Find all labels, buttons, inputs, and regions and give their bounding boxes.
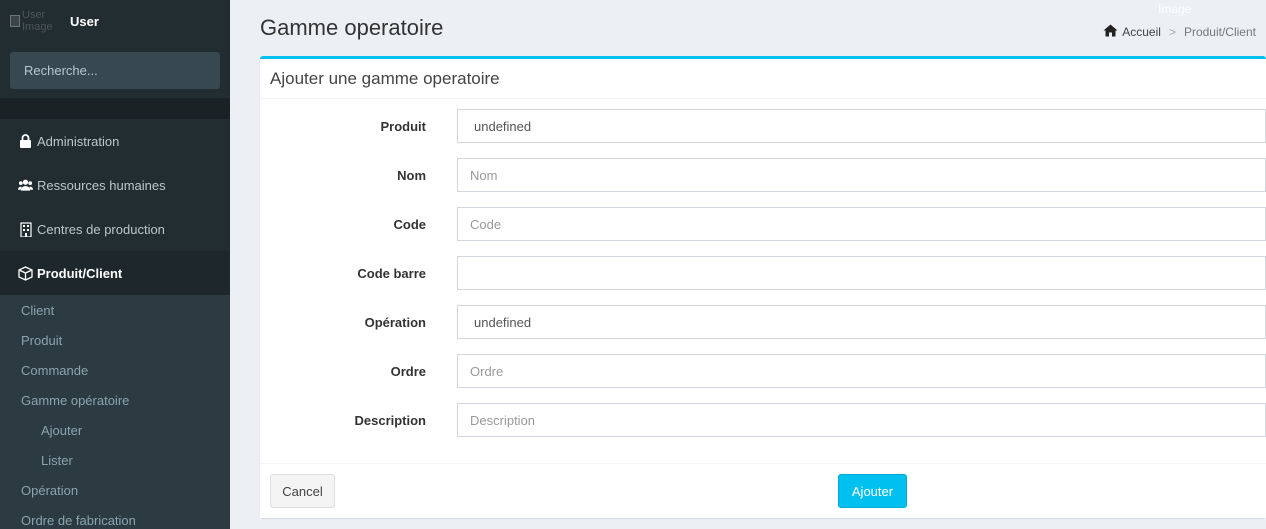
avatar-alt-text: User Image bbox=[22, 9, 53, 33]
sidebar-item-produit-client[interactable]: Produit/Client bbox=[0, 251, 230, 295]
header-image-alt: Image bbox=[1158, 2, 1192, 16]
cube-icon bbox=[18, 265, 33, 281]
breadcrumb: Accueil > Produit/Client bbox=[1103, 24, 1256, 40]
sidebar-subitem-commande[interactable]: Commande bbox=[0, 355, 230, 385]
add-button[interactable]: Ajouter bbox=[838, 474, 907, 508]
breadcrumb-separator: > bbox=[1168, 25, 1176, 39]
sidebar-subitem-ordre-de-fabrication[interactable]: Ordre de fabrication bbox=[0, 505, 230, 529]
operation-select[interactable]: undefined bbox=[457, 305, 1266, 339]
description-input[interactable]: Description bbox=[457, 403, 1266, 437]
form-box: Ajouter une gamme operatoire Produit und… bbox=[260, 56, 1266, 518]
home-icon bbox=[1103, 24, 1118, 40]
sidebar-subitem-gamme-operatoire[interactable]: Gamme opératoire bbox=[0, 385, 230, 415]
cancel-button[interactable]: Cancel bbox=[270, 474, 335, 508]
search-input[interactable]: Recherche... bbox=[10, 52, 220, 89]
code-barre-label: Code barre bbox=[357, 265, 426, 281]
nom-label: Nom bbox=[397, 167, 426, 183]
form-row-code: Code Code bbox=[260, 207, 1266, 241]
sidebar-submenu: Client Produit Commande Gamme opératoire… bbox=[0, 295, 230, 529]
sidebar-subitem-label: Lister bbox=[41, 452, 73, 468]
form-row-code-barre: Code barre bbox=[260, 256, 1266, 290]
sidebar-item-ressources-humaines[interactable]: Ressources humaines bbox=[0, 163, 230, 207]
main-content: Gamme operatoire Image Accueil > Produit… bbox=[230, 0, 1266, 529]
lock-icon bbox=[18, 133, 33, 149]
code-label: Code bbox=[393, 216, 427, 232]
sidebar-subitem-label: Ordre de fabrication bbox=[21, 512, 136, 528]
sidebar-subitem-label: Opération bbox=[21, 482, 79, 498]
broken-image-icon bbox=[10, 15, 20, 27]
sidebar-menu: Administration Ressources humaines Centr… bbox=[0, 119, 230, 529]
sidebar-subitem-ajouter[interactable]: Ajouter bbox=[0, 415, 230, 445]
sidebar-item-label: Produit/Client bbox=[37, 265, 123, 281]
code-input[interactable]: Code bbox=[457, 207, 1266, 241]
form-title: Ajouter une gamme operatoire bbox=[260, 59, 1266, 99]
building-icon bbox=[18, 221, 33, 237]
sidebar-header bbox=[0, 98, 230, 119]
ordre-input[interactable]: Ordre bbox=[457, 354, 1266, 388]
sidebar-subitem-client[interactable]: Client bbox=[0, 295, 230, 325]
sidebar: User Image User Recherche... Administrat… bbox=[0, 0, 230, 529]
page-title: Gamme operatoire bbox=[260, 15, 444, 40]
search-placeholder: Recherche... bbox=[24, 63, 98, 78]
user-name: User bbox=[70, 14, 99, 29]
sidebar-subitem-label: Commande bbox=[21, 362, 89, 378]
breadcrumb-current: Produit/Client bbox=[1183, 25, 1256, 39]
sidebar-subitem-label: Gamme opératoire bbox=[21, 392, 130, 408]
form-row-operation: Opération undefined bbox=[260, 305, 1266, 339]
sidebar-item-administration[interactable]: Administration bbox=[0, 119, 230, 163]
nom-input[interactable]: Nom bbox=[457, 158, 1266, 192]
user-panel: User Image User bbox=[0, 0, 230, 46]
sidebar-subitem-label: Ajouter bbox=[41, 422, 83, 438]
sidebar-subitem-produit[interactable]: Produit bbox=[0, 325, 230, 355]
produit-label: Produit bbox=[380, 118, 427, 134]
description-label: Description bbox=[354, 412, 426, 428]
ordre-label: Ordre bbox=[390, 363, 426, 379]
form-row-ordre: Ordre Ordre bbox=[260, 354, 1266, 388]
sidebar-item-label: Ressources humaines bbox=[37, 177, 166, 193]
form-row-produit: Produit undefined bbox=[260, 109, 1266, 143]
form-row-description: Description Description bbox=[260, 403, 1266, 437]
form-footer: Cancel Ajouter bbox=[260, 463, 1266, 518]
sidebar-item-label: Centres de production bbox=[37, 221, 165, 237]
sidebar-subitem-label: Produit bbox=[21, 332, 63, 348]
sidebar-item-label: Administration bbox=[37, 133, 120, 149]
operation-label: Opération bbox=[364, 314, 426, 330]
form-row-nom: Nom Nom bbox=[260, 158, 1266, 192]
breadcrumb-home[interactable]: Accueil bbox=[1122, 25, 1161, 39]
sidebar-item-centres-de-production[interactable]: Centres de production bbox=[0, 207, 230, 251]
sidebar-subitem-operation[interactable]: Opération bbox=[0, 475, 230, 505]
code-barre-input[interactable] bbox=[457, 256, 1266, 290]
users-icon bbox=[18, 178, 33, 193]
avatar: User Image bbox=[10, 9, 68, 33]
produit-select[interactable]: undefined bbox=[457, 109, 1266, 143]
sidebar-subitem-label: Client bbox=[21, 302, 55, 318]
sidebar-subitem-lister[interactable]: Lister bbox=[0, 445, 230, 475]
